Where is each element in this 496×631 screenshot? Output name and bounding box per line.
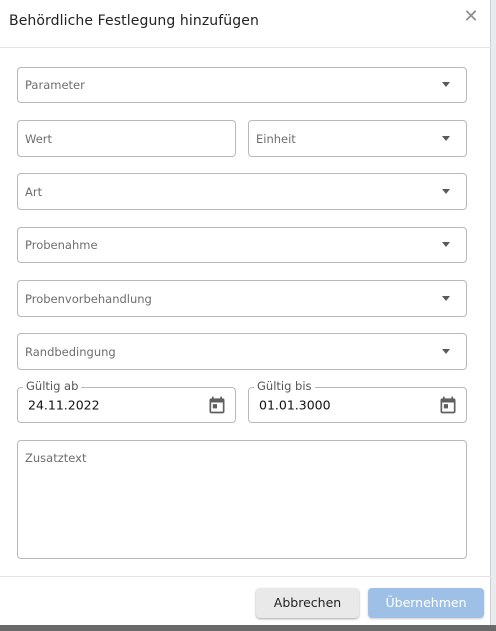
randbedingung-select[interactable]: Randbedingung — [17, 333, 467, 370]
gueltig-bis-value: 01.01.3000 — [259, 397, 331, 413]
gueltig-bis-date-input[interactable]: Gültig bis 01.01.3000 — [248, 379, 467, 423]
gueltig-ab-label: Gültig ab — [23, 379, 82, 393]
einheit-placeholder: Einheit — [256, 131, 296, 146]
randbedingung-placeholder: Randbedingung — [25, 344, 116, 359]
chevron-down-icon — [442, 295, 450, 301]
chevron-down-icon — [442, 242, 450, 247]
page-backdrop — [491, 0, 496, 631]
gueltig-ab-value: 24.11.2022 — [28, 397, 100, 413]
wert-placeholder: Wert — [25, 131, 53, 146]
gueltig-ab-date-input[interactable]: Gültig ab 24.11.2022 — [17, 379, 236, 423]
dialog-header: Behördliche Festlegung hinzufügen ✕ — [0, 0, 491, 48]
parameter-select[interactable]: Parameter — [17, 67, 467, 103]
close-icon[interactable]: ✕ — [460, 6, 482, 28]
parameter-placeholder: Parameter — [25, 78, 85, 92]
gueltig-bis-label: Gültig bis — [254, 379, 315, 393]
page-backdrop-bottom — [0, 625, 496, 631]
chevron-down-icon — [442, 348, 450, 354]
probenvorbehandlung-placeholder: Probenvorbehandlung — [25, 291, 152, 306]
apply-button[interactable]: Übernehmen — [368, 588, 484, 618]
dialog-title: Behördliche Festlegung hinzufügen — [9, 13, 259, 29]
dialog-footer: Abbrechen Übernehmen — [0, 576, 491, 625]
zusatztext-placeholder: Zusatztext — [25, 451, 87, 465]
zusatztext-textarea[interactable]: Zusatztext — [17, 440, 467, 559]
add-regulation-dialog: Behördliche Festlegung hinzufügen ✕ Para… — [0, 0, 491, 625]
calendar-icon[interactable] — [207, 395, 227, 415]
chevron-down-icon — [442, 135, 450, 141]
chevron-down-icon — [442, 188, 450, 194]
probenahme-select[interactable]: Probenahme — [17, 227, 467, 263]
probenahme-placeholder: Probenahme — [25, 238, 98, 252]
probenvorbehandlung-select[interactable]: Probenvorbehandlung — [17, 280, 467, 317]
art-placeholder: Art — [25, 184, 43, 199]
cancel-button[interactable]: Abbrechen — [256, 588, 359, 618]
wert-input[interactable]: Wert — [17, 120, 236, 157]
calendar-icon[interactable] — [438, 395, 458, 415]
chevron-down-icon — [442, 82, 450, 87]
art-select[interactable]: Art — [17, 173, 467, 210]
einheit-select[interactable]: Einheit — [248, 120, 467, 157]
